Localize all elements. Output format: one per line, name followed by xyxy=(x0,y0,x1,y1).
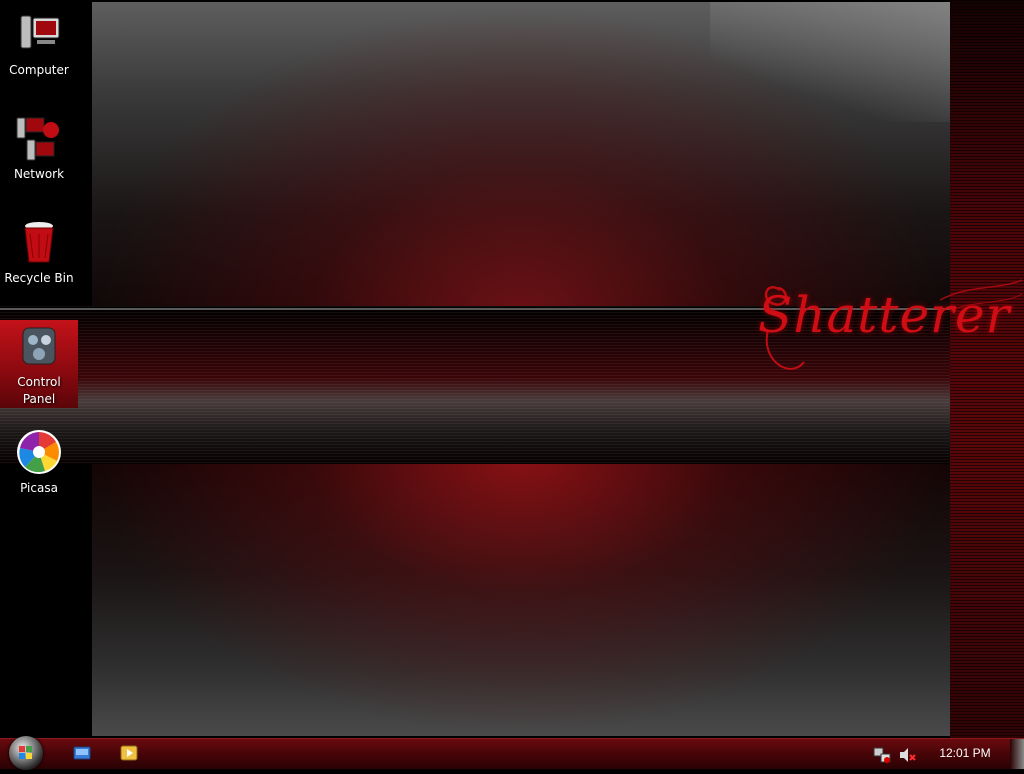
desktop-icon-label: Recycle Bin xyxy=(4,271,74,285)
desktop-icon-control-panel[interactable]: Control Panel xyxy=(0,320,78,408)
start-button[interactable] xyxy=(9,736,43,770)
wallpaper-bottom-panel xyxy=(92,464,950,736)
picasa-icon xyxy=(17,430,61,474)
desktop-icon-label: Computer xyxy=(9,63,69,77)
desktop-wallpaper: Shatterer xyxy=(0,0,1024,738)
show-desktop-button[interactable] xyxy=(1010,739,1024,769)
network-status-icon[interactable] xyxy=(873,747,891,763)
recycle-bin-icon xyxy=(24,222,54,263)
show-desktop-icon[interactable] xyxy=(73,745,91,761)
taskbar: 12:01 PM xyxy=(0,736,1024,770)
volume-muted-icon[interactable] xyxy=(898,747,916,763)
desktop-icon-label: Picasa xyxy=(20,481,58,495)
desktop-icon-picasa[interactable]: Picasa xyxy=(0,428,78,497)
media-player-icon[interactable] xyxy=(120,745,138,761)
taskbar-clock[interactable]: 12:01 PM xyxy=(928,746,1002,760)
windows-orb-icon xyxy=(19,746,32,759)
desktop-icon-recycle-bin[interactable]: Recycle Bin xyxy=(0,218,78,287)
desktop-icon-label: Network xyxy=(13,167,65,181)
desktop-icon-computer[interactable]: Computer xyxy=(0,10,78,79)
desktop-icon-network[interactable]: Network xyxy=(0,114,78,183)
control-panel-icon xyxy=(22,327,56,365)
wallpaper-top-panel xyxy=(92,2,950,306)
computer-icon xyxy=(20,15,60,49)
desktop-icon-label: Control Panel xyxy=(17,375,61,406)
network-icon xyxy=(16,117,59,161)
wallpaper-brand-text: Shatterer xyxy=(758,286,1011,344)
